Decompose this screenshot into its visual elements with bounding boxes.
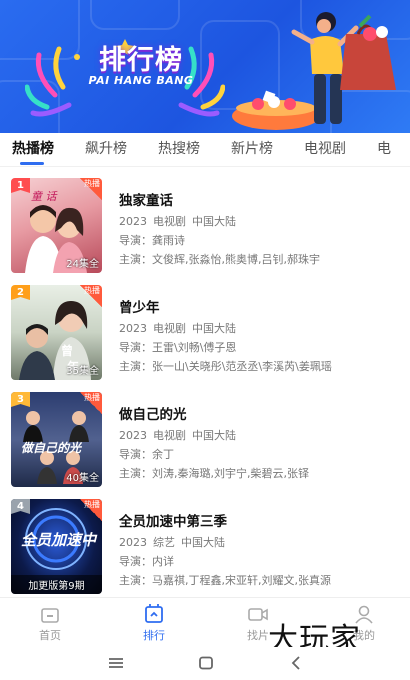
shopper-illustration xyxy=(232,12,396,130)
svg-text:曾: 曾 xyxy=(61,343,73,358)
director-value: 龚雨诗 xyxy=(152,234,185,247)
director-line: 导演：余丁 xyxy=(119,446,404,461)
show-genre: 电视剧 xyxy=(153,215,186,228)
cast-value: 文俊辉,张淼怡,熊奥博,吕钊,郝珠宇 xyxy=(152,253,320,266)
episode-count: 24集全 xyxy=(66,259,99,270)
video-camera-icon xyxy=(248,608,268,621)
banner-title: 排行榜 xyxy=(99,45,183,76)
show-year: 2023 xyxy=(119,536,147,549)
director-label: 导演： xyxy=(119,341,152,354)
tab-new-releases[interactable]: 新片榜 xyxy=(219,133,273,166)
home-icon xyxy=(41,608,59,623)
show-region: 中国大陆 xyxy=(192,215,236,228)
cast-line: 主演：文俊辉,张淼怡,熊奥博,吕钊,郝珠宇 xyxy=(119,251,404,266)
cast-label: 主演： xyxy=(119,574,152,587)
tab-soaring[interactable]: 飙升榜 xyxy=(73,133,127,166)
show-meta: 2023 电视剧 中国大陆 xyxy=(119,213,404,228)
show-genre: 电视剧 xyxy=(153,322,186,335)
list-item[interactable]: 做自己的光 3 热播 40集全 做自己的光 2023 电视剧 中国大陆 导演：余丁 … xyxy=(0,381,410,489)
episode-count: 加更版第9期 xyxy=(11,575,102,594)
director-label: 导演： xyxy=(119,555,152,568)
cast-line: 主演：张一山\关晓彤\范丞丞\李溪芮\姜珮瑶 xyxy=(119,358,404,373)
director-value: 内详 xyxy=(152,555,174,568)
episode-count: 40集全 xyxy=(66,473,99,484)
show-year: 2023 xyxy=(119,215,147,228)
menu-icon[interactable] xyxy=(108,655,124,671)
list-item[interactable]: 曾 年 2 热播 35集全 曾少年 2023 电视剧 中国大陆 导演：王雷\刘畅\傅… xyxy=(0,274,410,382)
system-navigation-bar xyxy=(0,647,410,680)
director-label: 导演： xyxy=(119,448,152,461)
ranking-icon xyxy=(145,604,163,623)
hot-badge: 热播 xyxy=(80,178,102,200)
ranking-banner: 排行榜 PAI HANG BANG xyxy=(0,0,410,133)
show-region: 中国大陆 xyxy=(192,322,236,335)
episode-count: 35集全 xyxy=(66,366,99,377)
cast-value: 马嘉祺,丁程鑫,宋亚轩,刘耀文,张真源 xyxy=(152,574,331,587)
list-item[interactable]: 童 话 1 热播 24集全 独家童话 2023 电视剧 中国大陆 导演：龚雨诗 主演… xyxy=(0,167,410,275)
hot-badge: 热播 xyxy=(80,499,102,521)
director-value: 余丁 xyxy=(152,448,174,461)
hot-badge: 热播 xyxy=(80,285,102,307)
banner-subtitle: PAI HANG BANG xyxy=(88,74,194,87)
poster-image[interactable]: 曾 年 2 热播 35集全 xyxy=(11,285,102,380)
svg-text:童 话: 童 话 xyxy=(31,190,58,203)
list-item[interactable]: 全员加速中 4 热播 加更版第9期 全员加速中第三季 2023 综艺 中国大陆 导演… xyxy=(0,488,410,596)
show-region: 中国大陆 xyxy=(181,536,225,549)
cast-label: 主演： xyxy=(119,467,152,480)
show-title[interactable]: 曾少年 xyxy=(119,296,404,316)
category-tab-bar: 热播榜 飙升榜 热搜榜 新片榜 电视剧 电 xyxy=(0,133,410,167)
show-genre: 电视剧 xyxy=(153,429,186,442)
show-genre: 综艺 xyxy=(153,536,175,549)
nav-ranking[interactable]: 排行 xyxy=(124,604,184,643)
cast-label: 主演： xyxy=(119,253,152,266)
tab-tv-series[interactable]: 电视剧 xyxy=(292,133,346,166)
show-meta: 2023 电视剧 中国大陆 xyxy=(119,427,404,442)
poster-image[interactable]: 全员加速中 4 热播 加更版第9期 xyxy=(11,499,102,594)
tab-more[interactable]: 电 xyxy=(365,133,391,166)
cast-line: 主演：刘涛,秦海璐,刘宇宁,柴碧云,张铎 xyxy=(119,465,404,480)
tab-hot-play[interactable]: 热播榜 xyxy=(0,133,54,166)
show-title[interactable]: 独家童话 xyxy=(119,189,404,209)
home-square-icon[interactable] xyxy=(198,655,214,671)
show-title[interactable]: 全员加速中第三季 xyxy=(119,510,404,530)
svg-text:做自己的光: 做自己的光 xyxy=(21,441,83,455)
nav-ranking-label: 排行 xyxy=(143,629,165,642)
director-label: 导演： xyxy=(119,234,152,247)
hot-badge: 热播 xyxy=(80,392,102,414)
poster-image[interactable]: 童 话 1 热播 24集全 xyxy=(11,178,102,273)
ranking-list: 童 话 1 热播 24集全 独家童话 2023 电视剧 中国大陆 导演：龚雨诗 主演… xyxy=(0,167,410,597)
director-value: 王雷\刘畅\傅子恩 xyxy=(152,341,237,354)
show-year: 2023 xyxy=(119,429,147,442)
tab-hot-search[interactable]: 热搜榜 xyxy=(146,133,200,166)
cast-value: 张一山\关晓彤\范丞丞\李溪芮\姜珮瑶 xyxy=(152,360,332,373)
back-icon[interactable] xyxy=(288,655,304,671)
director-line: 导演：王雷\刘畅\傅子恩 xyxy=(119,339,404,354)
show-year: 2023 xyxy=(119,322,147,335)
show-meta: 2023 电视剧 中国大陆 xyxy=(119,320,404,335)
nav-home[interactable]: 首页 xyxy=(20,604,80,643)
nav-find-label: 找片 xyxy=(247,629,269,642)
svg-text:全员加速中: 全员加速中 xyxy=(21,531,98,549)
director-line: 导演：龚雨诗 xyxy=(119,232,404,247)
poster-image[interactable]: 做自己的光 3 热播 40集全 xyxy=(11,392,102,487)
director-line: 导演：内详 xyxy=(119,553,404,568)
show-meta: 2023 综艺 中国大陆 xyxy=(119,534,404,549)
cast-line: 主演：马嘉祺,丁程鑫,宋亚轩,刘耀文,张真源 xyxy=(119,572,404,587)
show-region: 中国大陆 xyxy=(192,429,236,442)
cast-value: 刘涛,秦海璐,刘宇宁,柴碧云,张铎 xyxy=(152,467,309,480)
cast-label: 主演： xyxy=(119,360,152,373)
nav-home-label: 首页 xyxy=(39,629,61,642)
show-title[interactable]: 做自己的光 xyxy=(119,403,404,423)
